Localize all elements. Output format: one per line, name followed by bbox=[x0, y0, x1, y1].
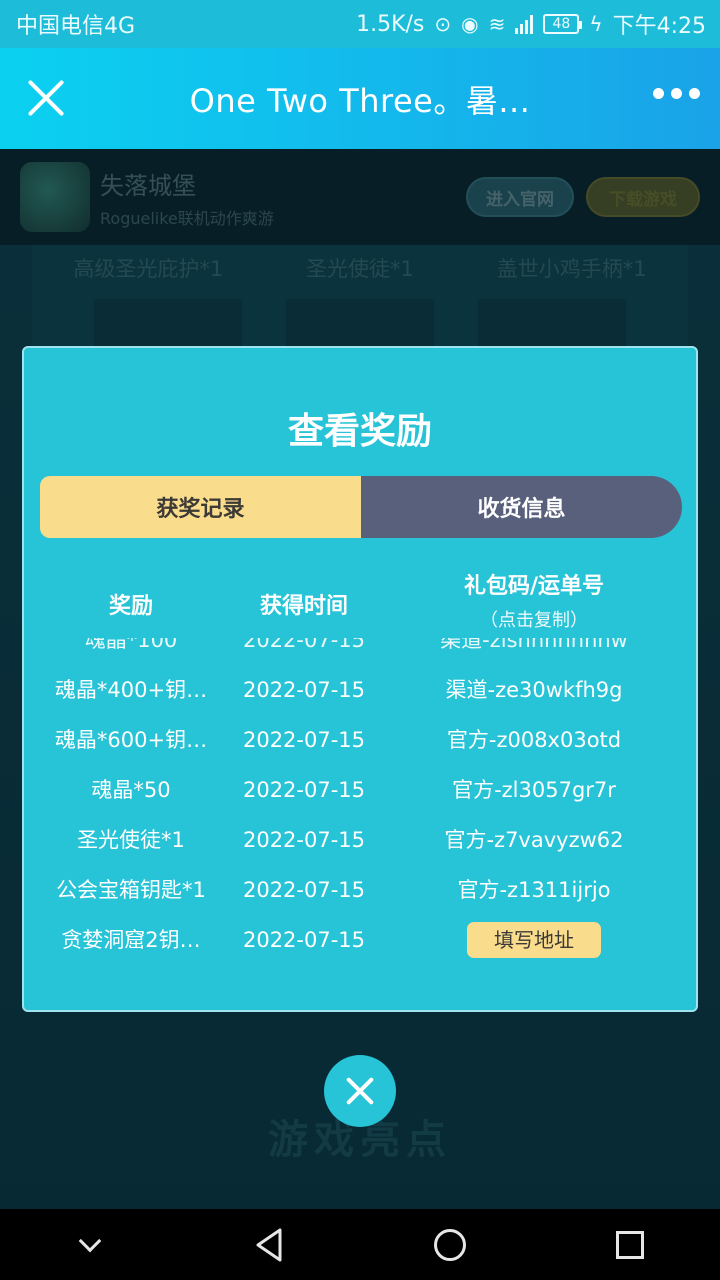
close-icon[interactable] bbox=[26, 78, 66, 118]
header-code-group: 礼包码/运单号 （点击复制） bbox=[404, 568, 664, 632]
modal-tabs: 获奖记录 收货信息 bbox=[40, 476, 682, 538]
nav-collapse-button[interactable] bbox=[60, 1215, 120, 1275]
page-title: One Two Three。暑... bbox=[189, 81, 531, 120]
reward-cell: 魂晶*100 bbox=[84, 638, 178, 652]
table-row: 圣光使徒*1 2022-07-15 官方-z7vavyzw62 bbox=[24, 820, 696, 860]
close-modal-button[interactable] bbox=[324, 1055, 396, 1127]
title-bar: One Two Three。暑... bbox=[0, 48, 720, 149]
carrier-label: 中国电信4G bbox=[16, 14, 136, 39]
code-cell[interactable]: 渠道-zlsnnnnnnnw bbox=[404, 638, 664, 660]
header-code: 礼包码/运单号 bbox=[463, 574, 605, 599]
code-cell: 填写地址 bbox=[404, 920, 664, 960]
tab-win-records[interactable]: 获奖记录 bbox=[40, 476, 361, 538]
network-speed: 1.5K/s bbox=[356, 11, 425, 37]
code-cell[interactable]: 官方-zl3057gr7r bbox=[404, 770, 664, 810]
sync-icon: ⊙ bbox=[434, 12, 452, 36]
reward-cell: 魂晶*600+钥… bbox=[54, 728, 208, 752]
eye-icon: ◉ bbox=[461, 12, 479, 36]
code-cell[interactable]: 官方-z008x03otd bbox=[404, 720, 664, 760]
reward-modal: 查看奖励 获奖记录 收货信息 奖励 获得时间 礼包码/运单号 （点击复制） 魂晶… bbox=[22, 346, 698, 1012]
header-reward: 奖励 bbox=[108, 594, 153, 619]
system-nav-bar bbox=[0, 1209, 720, 1280]
time-cell: 2022-07-15 bbox=[242, 828, 366, 852]
time-cell: 2022-07-15 bbox=[242, 728, 366, 752]
reward-cell: 公会宝箱钥匙*1 bbox=[56, 878, 206, 902]
time-cell: 2022-07-15 bbox=[242, 638, 366, 652]
table-header: 奖励 获得时间 礼包码/运单号 （点击复制） bbox=[24, 566, 696, 636]
nav-back-button[interactable] bbox=[240, 1215, 300, 1275]
home-circle-icon bbox=[434, 1228, 466, 1261]
reward-cell: 贪婪洞窟2钥… bbox=[61, 928, 201, 952]
recents-square-icon bbox=[616, 1230, 644, 1259]
status-indicators: 1.5K/s ⊙ ◉ ≋ 48 ϟ 下午4:25 bbox=[356, 8, 706, 40]
signal-icon bbox=[515, 14, 534, 34]
time-cell: 2022-07-15 bbox=[242, 878, 366, 902]
header-time: 获得时间 bbox=[259, 594, 348, 619]
back-triangle-icon bbox=[256, 1228, 282, 1261]
header-code-hint: （点击复制） bbox=[480, 610, 588, 631]
modal-title: 查看奖励 bbox=[287, 411, 432, 452]
more-icon[interactable] bbox=[653, 88, 700, 99]
nav-home-button[interactable] bbox=[420, 1215, 480, 1275]
time-cell: 2022-07-15 bbox=[242, 678, 366, 702]
code-cell[interactable]: 官方-z1311ijrjo bbox=[404, 870, 664, 910]
wifi-icon: ≋ bbox=[488, 12, 506, 36]
reward-table[interactable]: 魂晶*100 2022-07-15 渠道-zlsnnnnnnnw 魂晶*400+… bbox=[24, 638, 696, 968]
fill-address-button[interactable]: 填写地址 bbox=[467, 922, 601, 958]
nav-recents-button[interactable] bbox=[600, 1215, 660, 1275]
clock: 下午4:25 bbox=[612, 14, 706, 39]
table-row: 魂晶*600+钥… 2022-07-15 官方-z008x03otd bbox=[24, 720, 696, 760]
charging-icon: ϟ bbox=[589, 12, 603, 36]
code-cell[interactable]: 渠道-ze30wkfh9g bbox=[404, 670, 664, 710]
reward-cell: 魂晶*50 bbox=[91, 778, 171, 802]
chevron-down-icon bbox=[78, 1229, 102, 1252]
table-row: 魂晶*400+钥… 2022-07-15 渠道-ze30wkfh9g bbox=[24, 670, 696, 710]
table-row: 魂晶*100 2022-07-15 渠道-zlsnnnnnnnw bbox=[24, 638, 696, 660]
table-row: 公会宝箱钥匙*1 2022-07-15 官方-z1311ijrjo bbox=[24, 870, 696, 910]
time-cell: 2022-07-15 bbox=[242, 928, 366, 952]
time-cell: 2022-07-15 bbox=[242, 778, 366, 802]
table-row: 贪婪洞窟2钥… 2022-07-15 填写地址 bbox=[24, 920, 696, 960]
status-bar: 中国电信4G 1.5K/s ⊙ ◉ ≋ 48 ϟ 下午4:25 bbox=[0, 0, 720, 48]
battery-icon: 48 bbox=[543, 14, 583, 34]
tab-shipping-info[interactable]: 收货信息 bbox=[361, 476, 682, 538]
reward-cell: 圣光使徒*1 bbox=[77, 828, 185, 852]
code-cell[interactable]: 官方-z7vavyzw62 bbox=[404, 820, 664, 860]
reward-cell: 魂晶*400+钥… bbox=[54, 678, 208, 702]
table-row: 魂晶*50 2022-07-15 官方-zl3057gr7r bbox=[24, 770, 696, 810]
